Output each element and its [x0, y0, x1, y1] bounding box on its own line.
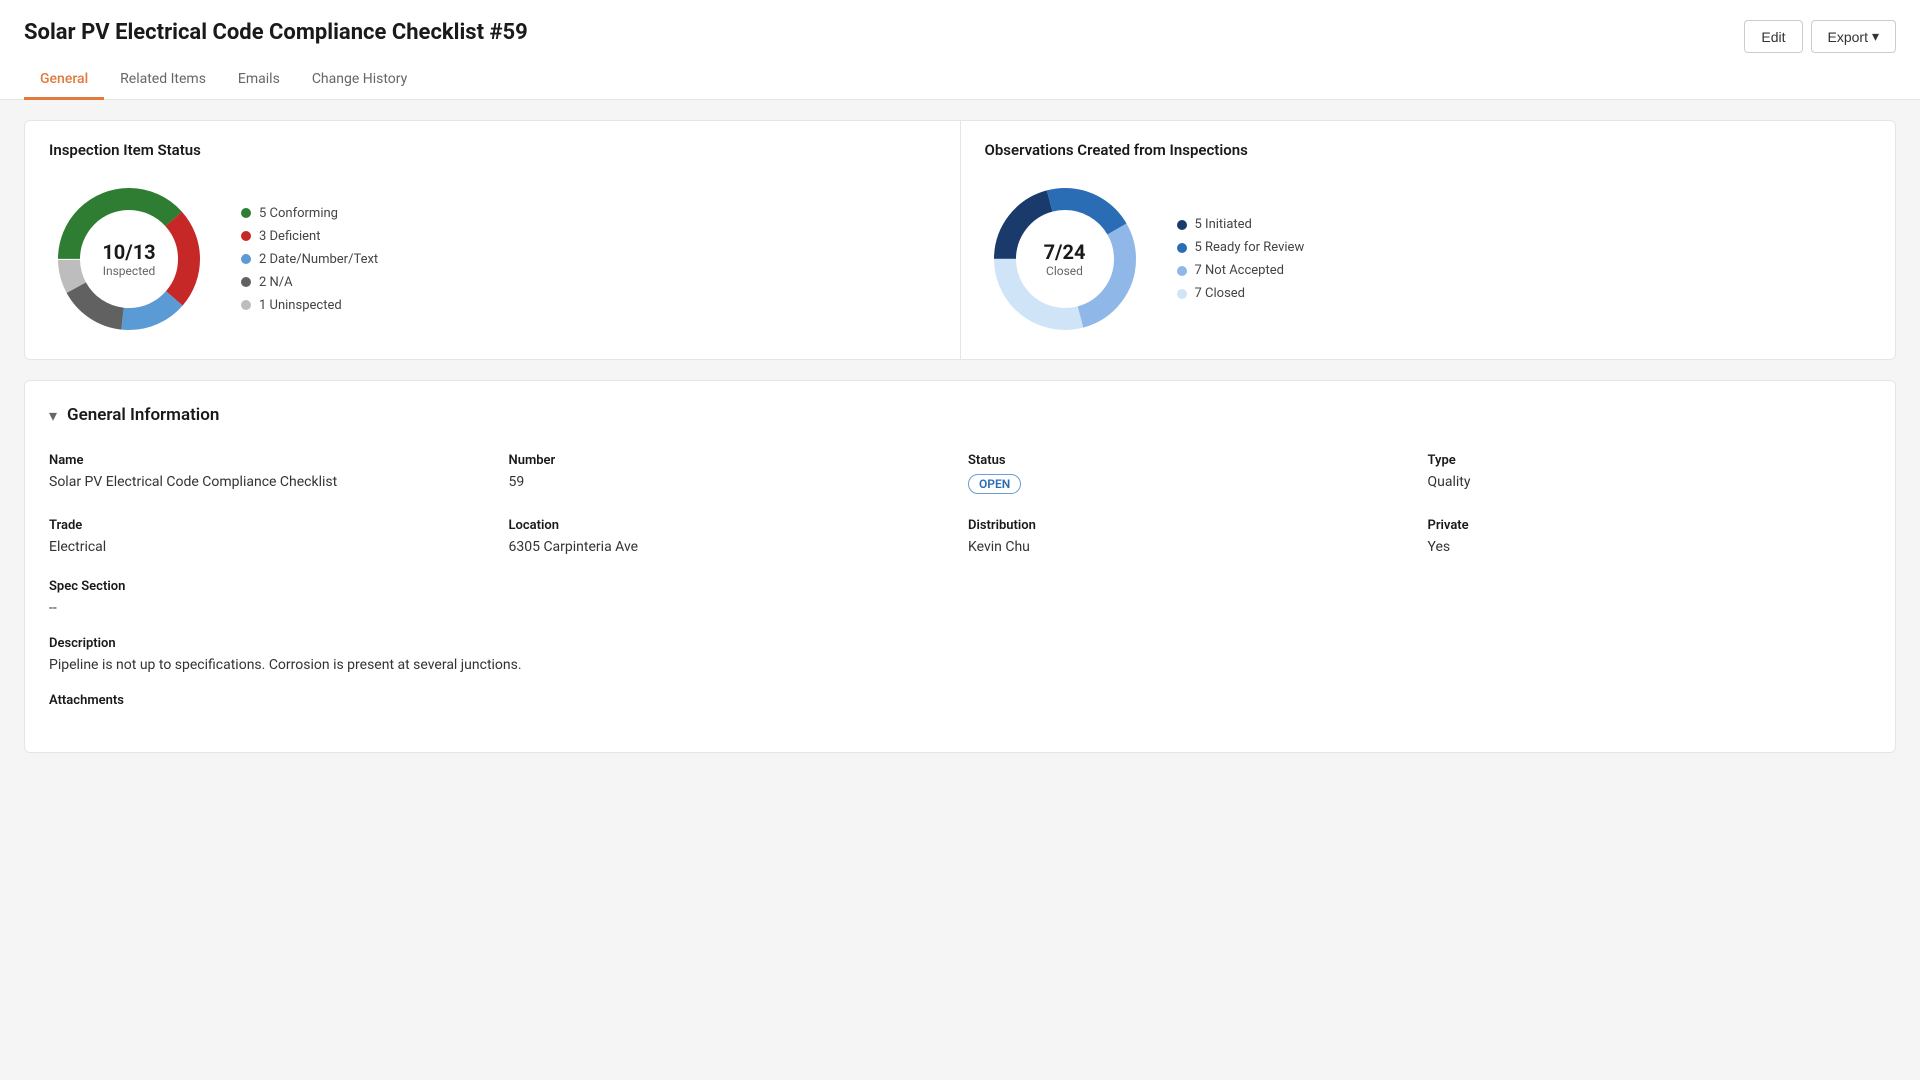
tabs-nav: General Related Items Emails Change Hist…	[24, 61, 1896, 99]
legend-dot-initiated	[1177, 220, 1187, 230]
observations-donut-center: 7/24 Closed	[1044, 240, 1086, 278]
field-type: Type Quality	[1428, 453, 1872, 494]
legend-dot-uninspected	[241, 300, 251, 310]
collapse-icon[interactable]: ▾	[49, 406, 57, 425]
legend-item-initiated: 5 Initiated	[1177, 217, 1305, 232]
field-private: Private Yes	[1428, 518, 1872, 555]
info-grid-mid: Trade Electrical Location 6305 Carpinter…	[49, 518, 1871, 555]
tab-change-history[interactable]: Change History	[296, 61, 423, 100]
field-number: Number 59	[509, 453, 953, 494]
field-distribution: Distribution Kevin Chu	[968, 518, 1412, 555]
observations-legend: 5 Initiated 5 Ready for Review 7 Not Acc…	[1177, 217, 1305, 301]
legend-item-na: 2 N/A	[241, 275, 378, 290]
field-trade: Trade Electrical	[49, 518, 493, 555]
tab-general[interactable]: General	[24, 61, 104, 100]
legend-item-ready-for-review: 5 Ready for Review	[1177, 240, 1305, 255]
observations-section: Observations Created from Inspections	[961, 121, 1896, 359]
legend-item-closed: 7 Closed	[1177, 286, 1305, 301]
tab-related-items[interactable]: Related Items	[104, 61, 222, 100]
field-description: Description Pipeline is not up to specif…	[49, 636, 1871, 673]
legend-item-uninspected: 1 Uninspected	[241, 298, 378, 313]
legend-item-date-number-text: 2 Date/Number/Text	[241, 252, 378, 267]
edit-button[interactable]: Edit	[1744, 20, 1802, 53]
observations-donut-chart: 7/24 Closed	[985, 179, 1145, 339]
page-title: Solar PV Electrical Code Compliance Chec…	[24, 20, 1896, 45]
legend-dot-closed	[1177, 289, 1187, 299]
info-grid-top: Name Solar PV Electrical Code Compliance…	[49, 453, 1871, 494]
export-button[interactable]: Export ▾	[1811, 20, 1897, 53]
charts-card: Inspection Item Status	[24, 120, 1896, 360]
inspection-donut-center: 10/13 Inspected	[102, 240, 155, 278]
field-location: Location 6305 Carpinteria Ave	[509, 518, 953, 555]
legend-dot-not-accepted	[1177, 266, 1187, 276]
observations-center-num: 7/24	[1044, 240, 1086, 264]
field-attachments: Attachments	[49, 693, 1871, 708]
legend-dot-conforming	[241, 208, 251, 218]
legend-item-not-accepted: 7 Not Accepted	[1177, 263, 1305, 278]
inspection-center-num: 10/13	[102, 240, 155, 264]
legend-item-deficient: 3 Deficient	[241, 229, 378, 244]
observations-center-label: Closed	[1044, 264, 1086, 278]
inspection-status-section: Inspection Item Status	[25, 121, 961, 359]
legend-dot-na	[241, 277, 251, 287]
legend-dot-date-number-text	[241, 254, 251, 264]
inspection-donut-chart: 10/13 Inspected	[49, 179, 209, 339]
legend-item-conforming: 5 Conforming	[241, 206, 378, 221]
field-spec-section: Spec Section --	[49, 579, 1871, 616]
section-header: ▾ General Information	[49, 405, 1871, 425]
status-badge: OPEN	[968, 474, 1021, 494]
observations-title: Observations Created from Inspections	[985, 141, 1872, 159]
inspection-status-title: Inspection Item Status	[49, 141, 936, 159]
legend-dot-deficient	[241, 231, 251, 241]
tab-emails[interactable]: Emails	[222, 61, 296, 100]
field-name: Name Solar PV Electrical Code Compliance…	[49, 453, 493, 494]
inspection-center-label: Inspected	[102, 264, 155, 278]
chevron-down-icon: ▾	[1872, 28, 1879, 45]
section-title: General Information	[67, 405, 219, 425]
legend-dot-ready-for-review	[1177, 243, 1187, 253]
inspection-legend: 5 Conforming 3 Deficient 2 Date/Number/T…	[241, 206, 378, 313]
general-info-card: ▾ General Information Name Solar PV Elec…	[24, 380, 1896, 753]
field-status: Status OPEN	[968, 453, 1412, 494]
